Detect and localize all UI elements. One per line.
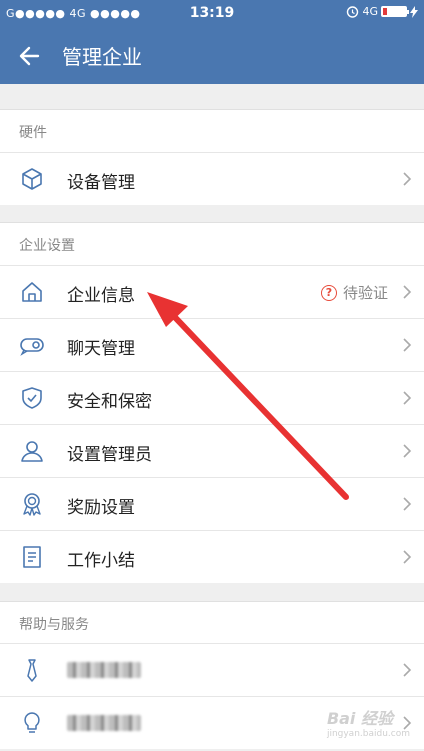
menu-item-set-admin[interactable]: 设置管理员 bbox=[0, 424, 424, 477]
menu-item-chat-management[interactable]: 聊天管理 bbox=[0, 318, 424, 371]
battery-icon bbox=[381, 6, 409, 17]
document-icon bbox=[23, 546, 41, 568]
status-right: 4G bbox=[346, 5, 418, 18]
person-icon bbox=[21, 441, 43, 462]
chevron-right-icon bbox=[403, 663, 412, 677]
network-type: 4G bbox=[362, 5, 378, 18]
menu-item-work-summary[interactable]: 工作小结 bbox=[0, 530, 424, 583]
section-header-enterprise-settings: 企业设置 bbox=[0, 222, 424, 265]
status-text: 待验证 bbox=[342, 284, 388, 302]
alarm-icon bbox=[347, 6, 359, 18]
menu-item-label: 聊天管理 bbox=[67, 339, 135, 359]
tie-icon bbox=[27, 659, 37, 682]
menu-item-label: 工作小结 bbox=[67, 551, 135, 571]
menu-item-label: 安全和保密 bbox=[67, 392, 152, 412]
section-title: 硬件 bbox=[19, 125, 47, 141]
watermark: Bai 经验 jingyan.baidu.com bbox=[327, 705, 410, 739]
chevron-right-icon bbox=[403, 338, 412, 352]
app-bar: 管理企业 bbox=[0, 28, 424, 84]
menu-item-label: 奖励设置 bbox=[67, 498, 135, 518]
verification-status: ? 待验证 bbox=[320, 282, 388, 303]
back-arrow-icon[interactable] bbox=[16, 42, 44, 70]
page-title: 管理企业 bbox=[62, 45, 142, 69]
chevron-right-icon bbox=[403, 391, 412, 405]
menu-item-label: 设备管理 bbox=[67, 173, 135, 193]
cube-icon bbox=[22, 168, 42, 190]
award-medal-icon bbox=[23, 493, 41, 516]
lightbulb-icon bbox=[24, 712, 40, 733]
blurred-label bbox=[67, 662, 141, 678]
watermark-text: Bai 经验 bbox=[326, 709, 393, 728]
menu-item-help-blurred-1[interactable] bbox=[0, 643, 424, 696]
menu-item-label: 企业信息 bbox=[67, 286, 135, 306]
home-icon bbox=[22, 282, 42, 302]
menu-item-reward-settings[interactable]: 奖励设置 bbox=[0, 477, 424, 530]
section-title: 帮助与服务 bbox=[19, 617, 89, 633]
chat-bubble-icon bbox=[20, 338, 44, 356]
menu-item-enterprise-info[interactable]: 企业信息 ? 待验证 bbox=[0, 265, 424, 318]
menu-item-security-privacy[interactable]: 安全和保密 bbox=[0, 371, 424, 424]
chevron-right-icon bbox=[403, 285, 412, 299]
chevron-right-icon bbox=[403, 550, 412, 564]
section-header-help-service: 帮助与服务 bbox=[0, 601, 424, 644]
watermark-sub: jingyan.baidu.com bbox=[326, 729, 410, 739]
section-title: 企业设置 bbox=[19, 238, 75, 254]
shield-check-icon bbox=[22, 387, 42, 409]
chevron-right-icon bbox=[403, 172, 412, 186]
menu-item-device-management[interactable]: 设备管理 bbox=[0, 152, 424, 205]
charging-icon bbox=[410, 5, 418, 18]
chevron-right-icon bbox=[403, 444, 412, 458]
chevron-right-icon bbox=[403, 497, 412, 511]
status-bar: G●●●●● 4G ●●●●● 13:19 4G bbox=[0, 0, 424, 28]
blurred-label bbox=[67, 715, 141, 731]
menu-item-label: 设置管理员 bbox=[67, 445, 152, 465]
question-mark-icon: ? bbox=[320, 284, 337, 301]
section-header-hardware: 硬件 bbox=[0, 109, 424, 152]
